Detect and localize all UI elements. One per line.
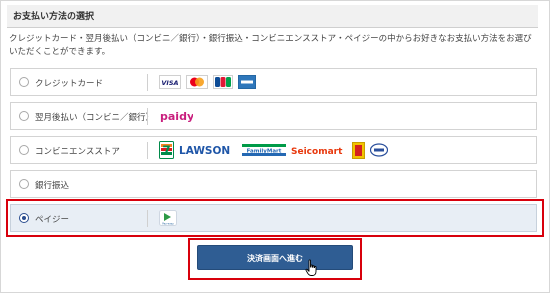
option-label-deferred: 翌月後払い（コンビニ／銀行） <box>35 113 155 123</box>
radio-bank-transfer[interactable] <box>19 179 29 189</box>
section-title: お支払い方法の選択 <box>13 12 95 22</box>
payment-option-bank-transfer[interactable]: 銀行振込 <box>10 170 537 198</box>
option-label-credit-card: クレジットカード <box>35 79 104 89</box>
payment-option-deferred[interactable]: 翌月後払い（コンビニ／銀行） paidy <box>10 102 537 130</box>
deferred-logos: paidy <box>159 103 193 129</box>
svg-text:FamilyMart: FamilyMart <box>247 148 282 154</box>
paidy-logo: paidy <box>160 110 193 123</box>
ministop-logo <box>352 141 365 159</box>
option-divider <box>147 142 148 159</box>
hand-pointer-icon <box>305 259 317 276</box>
svg-text:LAWSON: LAWSON <box>179 145 230 157</box>
proceed-to-payment-button[interactable]: 決済画面へ進む <box>197 245 353 270</box>
radio-convenience-store[interactable] <box>19 145 29 155</box>
mastercard-logo <box>186 75 208 89</box>
svg-text:Seicomart: Seicomart <box>291 147 343 157</box>
option-divider <box>147 108 148 125</box>
svg-text:paidy: paidy <box>160 110 193 123</box>
seicomart-logo: Seicomart <box>291 147 343 157</box>
payment-option-credit-card[interactable]: クレジットカード VISA <box>10 68 537 96</box>
radio-deferred[interactable] <box>19 111 29 121</box>
svg-text:VISA: VISA <box>161 79 178 87</box>
seven-eleven-logo: 7 <box>159 141 174 159</box>
jcb-logo <box>213 75 233 89</box>
lawson-logo: LAWSON <box>179 145 230 157</box>
selected-option-highlight <box>6 199 544 237</box>
convenience-store-logos: 7 LAWSON FamilyMart Seicomart <box>159 137 388 163</box>
option-label-convenience-store: コンビニエンスストア <box>35 147 120 157</box>
card-logos: VISA <box>159 69 256 95</box>
section-header: お支払い方法の選択 <box>7 5 538 28</box>
radio-credit-card[interactable] <box>19 77 29 87</box>
option-divider <box>147 74 148 91</box>
amex-logo <box>238 75 256 89</box>
payment-option-convenience-store[interactable]: コンビニエンスストア 7 LAWSON FamilyMart Seicomart <box>10 136 537 164</box>
daily-yamazaki-logo <box>370 143 388 157</box>
visa-logo: VISA <box>159 75 181 89</box>
familymart-logo: FamilyMart <box>242 144 286 156</box>
svg-text:7: 7 <box>162 144 170 158</box>
description-text: クレジットカード・翌月後払い（コンビニ／銀行）・銀行振込・コンビニエンスストア・… <box>9 34 532 57</box>
option-label-bank-transfer: 銀行振込 <box>35 181 70 191</box>
